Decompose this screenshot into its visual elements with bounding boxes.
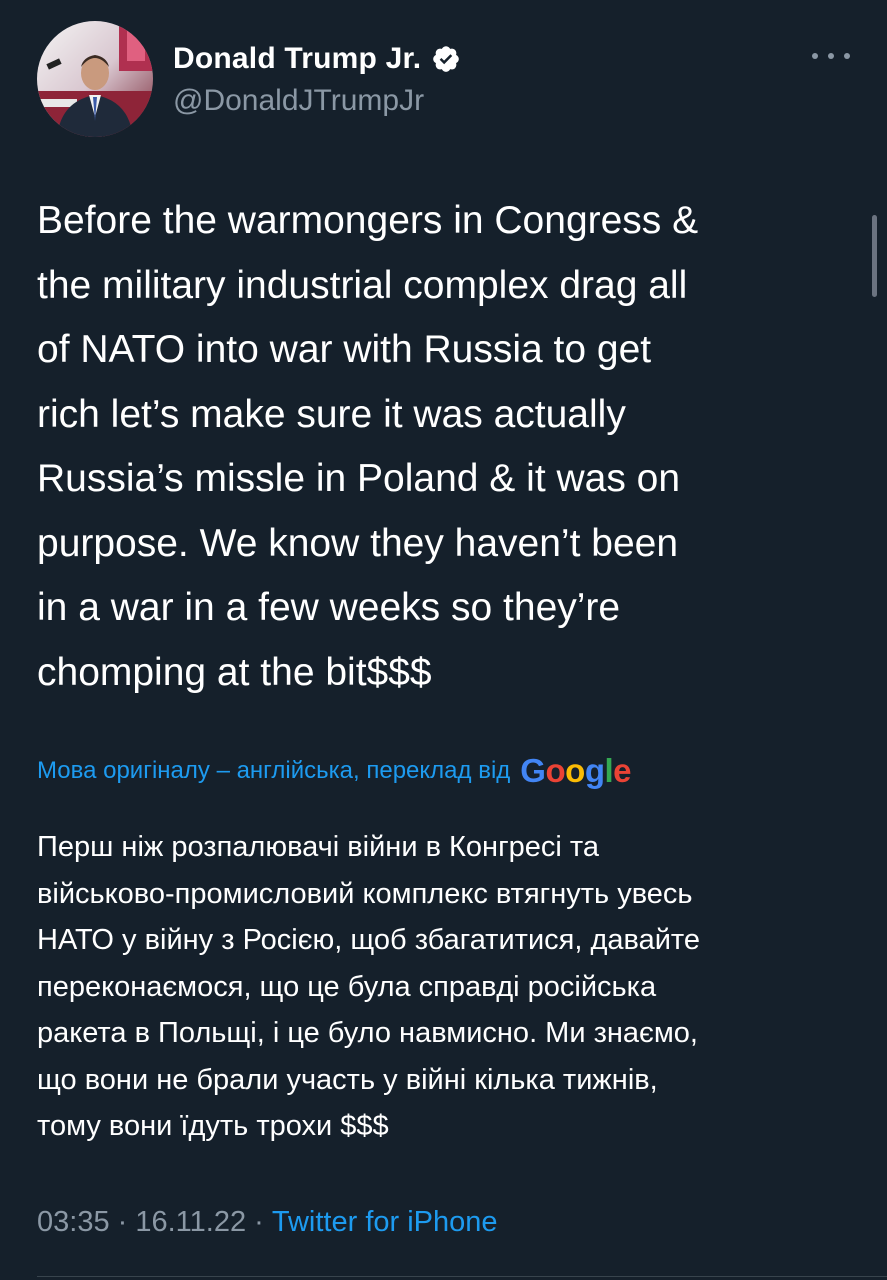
author-display-name[interactable]: Donald Trump Jr. xyxy=(173,42,421,76)
translation-attribution[interactable]: Мова оригіналу – англійська, переклад ві… xyxy=(37,752,632,790)
avatar[interactable] xyxy=(37,21,153,137)
tweet-detail: Donald Trump Jr. @DonaldJTrumpJr Before … xyxy=(0,0,887,1280)
meta-separator: · xyxy=(246,1206,272,1238)
translated-tweet-text: Перш ніж розпалювачі війни в Конгресі та… xyxy=(37,831,701,1142)
author-name-row[interactable]: Donald Trump Jr. xyxy=(173,42,461,76)
tweet-metadata: 03:35 · 16.11.22 · Twitter for iPhone xyxy=(37,1206,498,1239)
google-logo: Google xyxy=(520,752,632,789)
scrollbar-thumb[interactable] xyxy=(872,215,877,297)
verified-badge-icon xyxy=(431,44,461,74)
tweet-source-link[interactable]: Twitter for iPhone xyxy=(272,1206,498,1239)
more-dot xyxy=(812,53,818,59)
more-dot xyxy=(844,53,850,59)
meta-separator: · xyxy=(109,1206,136,1238)
tweet-time[interactable]: 03:35 xyxy=(37,1206,110,1239)
tweet-text: Before the warmongers in Congress & the … xyxy=(37,199,699,694)
author-handle[interactable]: @DonaldJTrumpJr xyxy=(173,84,424,118)
avatar-photo xyxy=(37,21,153,137)
more-options-icon[interactable] xyxy=(812,46,850,66)
more-dot xyxy=(828,53,834,59)
translation-label[interactable]: Мова оригіналу – англійська, переклад ві… xyxy=(37,757,510,785)
divider xyxy=(37,1276,887,1277)
tweet-date[interactable]: 16.11.22 xyxy=(135,1206,246,1239)
